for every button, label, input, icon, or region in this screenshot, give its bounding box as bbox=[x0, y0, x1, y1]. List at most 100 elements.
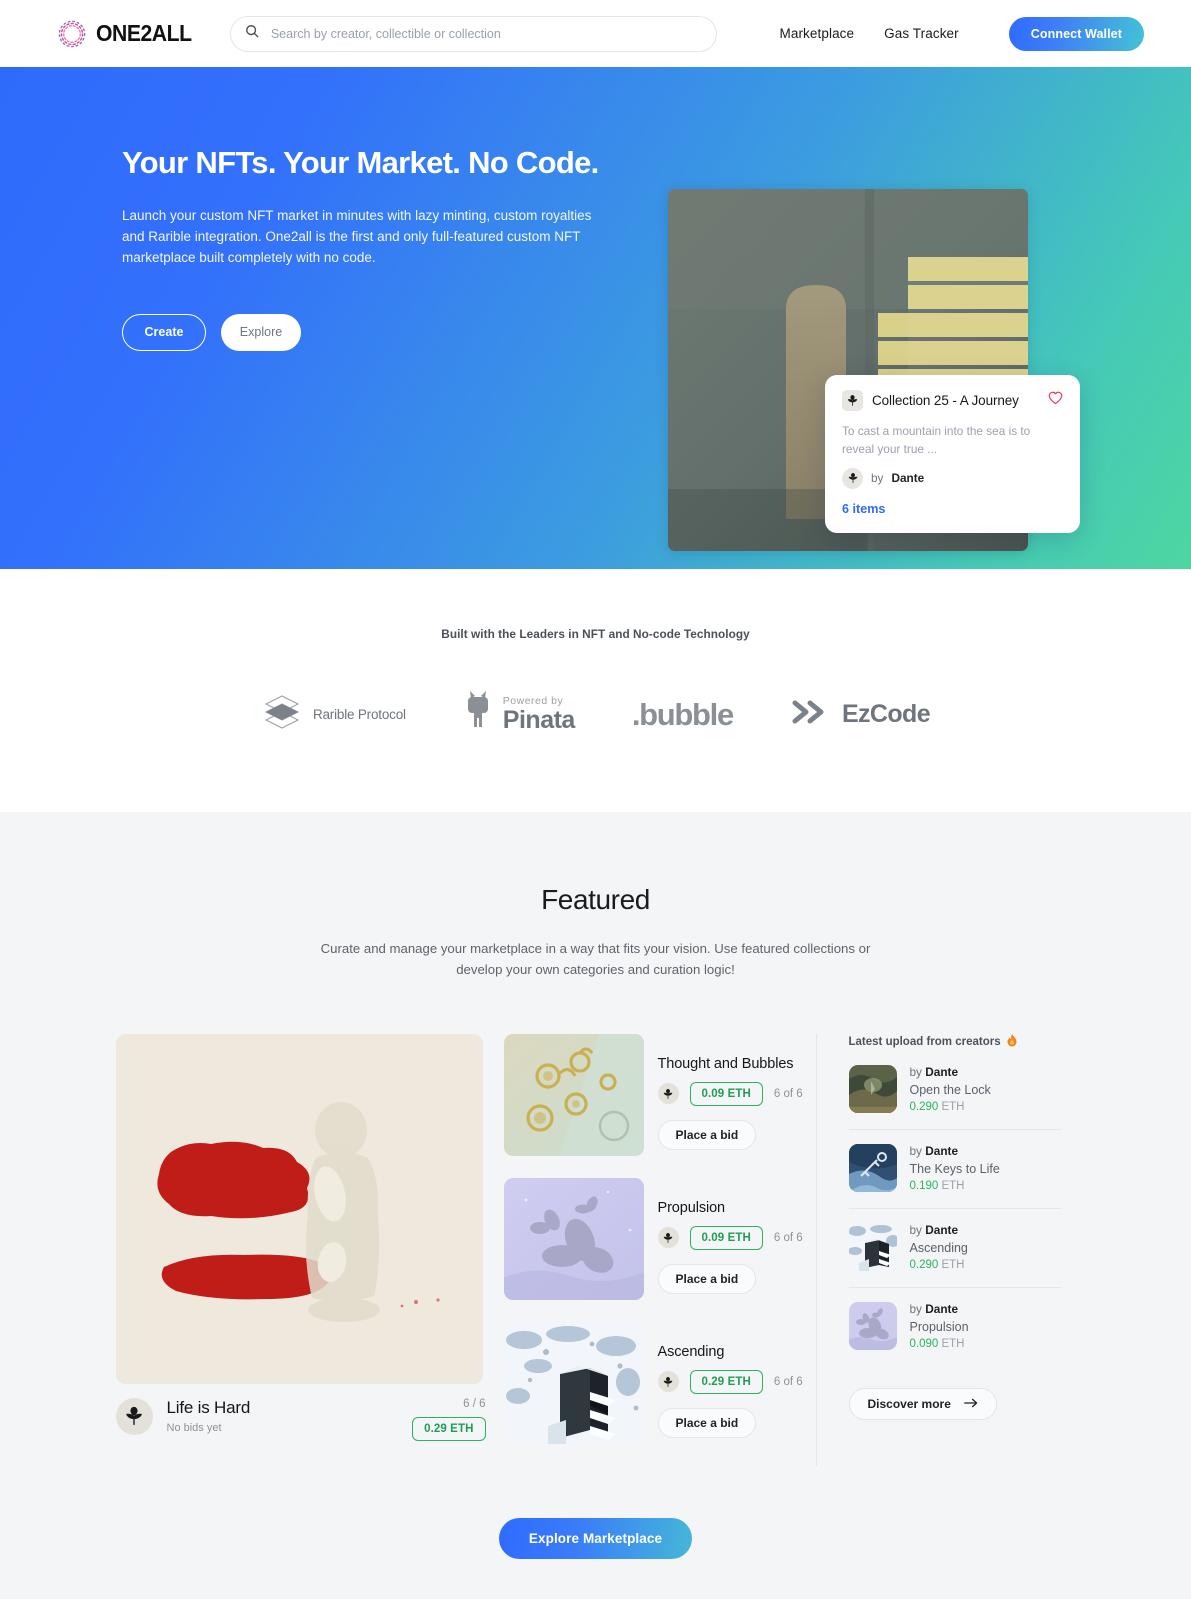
upload-title: Propulsion bbox=[909, 1319, 969, 1334]
upload-thumbnail[interactable] bbox=[848, 1143, 897, 1192]
place-bid-button[interactable]: Place a bid bbox=[657, 1119, 757, 1150]
ezcode-logo-icon bbox=[790, 697, 832, 732]
creator-name: Dante bbox=[891, 471, 925, 486]
upload-price-currency: ETH bbox=[941, 1100, 965, 1113]
upload-price-value: 0.290 bbox=[909, 1100, 939, 1113]
upload-price: 0.290 ETH bbox=[910, 1101, 991, 1113]
item-count: 6 of 6 bbox=[773, 1231, 803, 1244]
item-count: 6 of 6 bbox=[773, 1087, 803, 1100]
upload-thumbnail[interactable] bbox=[848, 1301, 897, 1350]
brand-logo[interactable]: ONE2ALL bbox=[56, 18, 200, 50]
list-item[interactable]: Propulsion 0.09 ETH 6 of 6 Place a bid bbox=[503, 1177, 816, 1300]
upload-price-value: 0.190 bbox=[909, 1179, 939, 1192]
by-prefix: by bbox=[871, 471, 884, 486]
upload-thumbnail[interactable] bbox=[848, 1064, 897, 1113]
nav-link-marketplace[interactable]: Marketplace bbox=[780, 26, 855, 41]
main-card-price: 0.29 ETH bbox=[412, 1416, 486, 1441]
upload-thumbnail[interactable] bbox=[848, 1222, 897, 1271]
search-input[interactable] bbox=[270, 26, 702, 41]
upload-title: Ascending bbox=[909, 1240, 968, 1255]
creator-avatar-icon bbox=[842, 467, 863, 489]
heart-icon[interactable] bbox=[1048, 391, 1063, 410]
list-item[interactable]: Ascending 0.29 ETH 6 of 6 Place a bid bbox=[503, 1321, 816, 1444]
partners-section: Built with the Leaders in NFT and No-cod… bbox=[0, 569, 1191, 812]
item-thumbnail[interactable] bbox=[503, 1033, 644, 1156]
by-prefix: by bbox=[909, 1301, 922, 1316]
sidebar-list-item[interactable]: by Dante Propulsion 0.090 ETH bbox=[848, 1301, 1061, 1366]
explore-marketplace-button[interactable]: Explore Marketplace bbox=[498, 1517, 693, 1559]
sidebar-list-item[interactable]: by Dante Ascending 0.290 ETH bbox=[848, 1222, 1061, 1288]
partners-title: Built with the Leaders in NFT and No-cod… bbox=[441, 627, 750, 641]
creator-avatar-icon bbox=[657, 1227, 679, 1249]
creator-name: Dante bbox=[925, 1301, 959, 1316]
sidebar-list-item[interactable]: by Dante Open the Lock 0.290 ETH bbox=[848, 1064, 1061, 1130]
creator-name: Dante bbox=[925, 1222, 959, 1237]
collection-description: To cast a mountain into the sea is to re… bbox=[842, 424, 1031, 457]
search-bar[interactable] bbox=[229, 15, 717, 52]
rarible-logo-icon bbox=[261, 691, 303, 738]
item-title: Thought and Bubbles bbox=[657, 1055, 794, 1072]
upload-creator: by Dante bbox=[910, 1144, 1000, 1158]
upload-creator: by Dante bbox=[910, 1223, 968, 1237]
featured-grid: Life is Hard No bids yet 6 / 6 0.29 ETH bbox=[115, 1033, 1076, 1466]
connect-wallet-button[interactable]: Connect Wallet bbox=[1008, 16, 1144, 51]
main-artwork[interactable] bbox=[115, 1033, 483, 1384]
explore-button[interactable]: Explore bbox=[221, 313, 301, 351]
partner-ezcode[interactable]: EzCode bbox=[790, 697, 931, 732]
bubble-logo-icon: .bubble bbox=[631, 696, 734, 732]
sidebar-heading-label: Latest upload from creators bbox=[848, 1036, 1001, 1049]
partner-sub: Powered by bbox=[502, 694, 564, 707]
item-title: Ascending bbox=[657, 1343, 725, 1360]
hero-copy: Your NFTs. Your Market. No Code. Launch … bbox=[122, 145, 622, 351]
item-price: 0.29 ETH bbox=[689, 1369, 763, 1394]
featured-main-card[interactable]: Life is Hard No bids yet 6 / 6 0.29 ETH bbox=[115, 1033, 486, 1466]
upload-price: 0.290 ETH bbox=[910, 1259, 968, 1271]
featured-heading: Featured bbox=[541, 884, 650, 915]
collection-item-count[interactable]: 6 items bbox=[842, 502, 1063, 516]
hero-title: Your NFTs. Your Market. No Code. bbox=[122, 145, 599, 180]
hero-section: Your NFTs. Your Market. No Code. Launch … bbox=[0, 67, 1191, 569]
main-nav: Marketplace Gas Tracker Connect Wallet bbox=[780, 16, 1144, 51]
creator-avatar-icon bbox=[657, 1083, 679, 1105]
item-count: 6 of 6 bbox=[773, 1375, 803, 1388]
upload-creator: by Dante bbox=[910, 1302, 969, 1316]
partner-rarible[interactable]: Rarible Protocol bbox=[261, 691, 406, 738]
item-thumbnail[interactable] bbox=[503, 1321, 644, 1444]
collection-card-header: Collection 25 - A Journey bbox=[842, 390, 1063, 411]
collection-title: Collection 25 - A Journey bbox=[872, 393, 1019, 408]
place-bid-button[interactable]: Place a bid bbox=[657, 1263, 757, 1294]
hero-collection-card[interactable]: Collection 25 - A Journey To cast a moun… bbox=[825, 375, 1080, 533]
upload-price-currency: ETH bbox=[941, 1337, 965, 1350]
upload-title: Open the Lock bbox=[909, 1082, 991, 1097]
main-card-footer: Life is Hard No bids yet 6 / 6 0.29 ETH bbox=[115, 1397, 486, 1441]
by-prefix: by bbox=[909, 1143, 922, 1158]
partner-name: EzCode bbox=[841, 700, 931, 728]
one2all-spiral-logo-icon bbox=[56, 18, 88, 50]
upload-price-value: 0.090 bbox=[909, 1337, 939, 1350]
partner-pinata[interactable]: Powered by Pinata bbox=[463, 689, 575, 740]
arrow-right-icon bbox=[964, 1397, 978, 1411]
by-prefix: by bbox=[909, 1222, 922, 1237]
upload-price-currency: ETH bbox=[941, 1179, 965, 1192]
explore-marketplace-wrap: Explore Marketplace bbox=[0, 1517, 1191, 1599]
search-icon bbox=[245, 24, 271, 43]
item-price: 0.09 ETH bbox=[689, 1081, 763, 1106]
creator-name: Dante bbox=[925, 1143, 959, 1158]
featured-section: Featured Curate and manage your marketpl… bbox=[0, 812, 1191, 1599]
upload-title: The Keys to Life bbox=[909, 1161, 1000, 1176]
upload-price: 0.190 ETH bbox=[910, 1180, 1000, 1192]
latest-uploads-sidebar: Latest upload from creators by Dante Ope… bbox=[815, 1033, 1061, 1466]
list-item[interactable]: Thought and Bubbles 0.09 ETH 6 of 6 Plac… bbox=[503, 1033, 816, 1156]
flame-icon bbox=[1006, 1033, 1018, 1051]
creator-avatar-icon bbox=[657, 1371, 679, 1393]
create-button[interactable]: Create bbox=[122, 313, 206, 351]
sidebar-list-item[interactable]: by Dante The Keys to Life 0.190 ETH bbox=[848, 1143, 1061, 1209]
item-title: Propulsion bbox=[657, 1199, 726, 1216]
item-thumbnail[interactable] bbox=[503, 1177, 644, 1300]
place-bid-button[interactable]: Place a bid bbox=[657, 1407, 757, 1438]
partner-bubble[interactable]: .bubble bbox=[631, 696, 734, 733]
partner-name: Pinata bbox=[502, 706, 576, 735]
nav-link-gas-tracker[interactable]: Gas Tracker bbox=[884, 26, 959, 41]
discover-more-button[interactable]: Discover more bbox=[848, 1387, 997, 1420]
hero-subtitle: Launch your custom NFT market in minutes… bbox=[122, 207, 592, 266]
